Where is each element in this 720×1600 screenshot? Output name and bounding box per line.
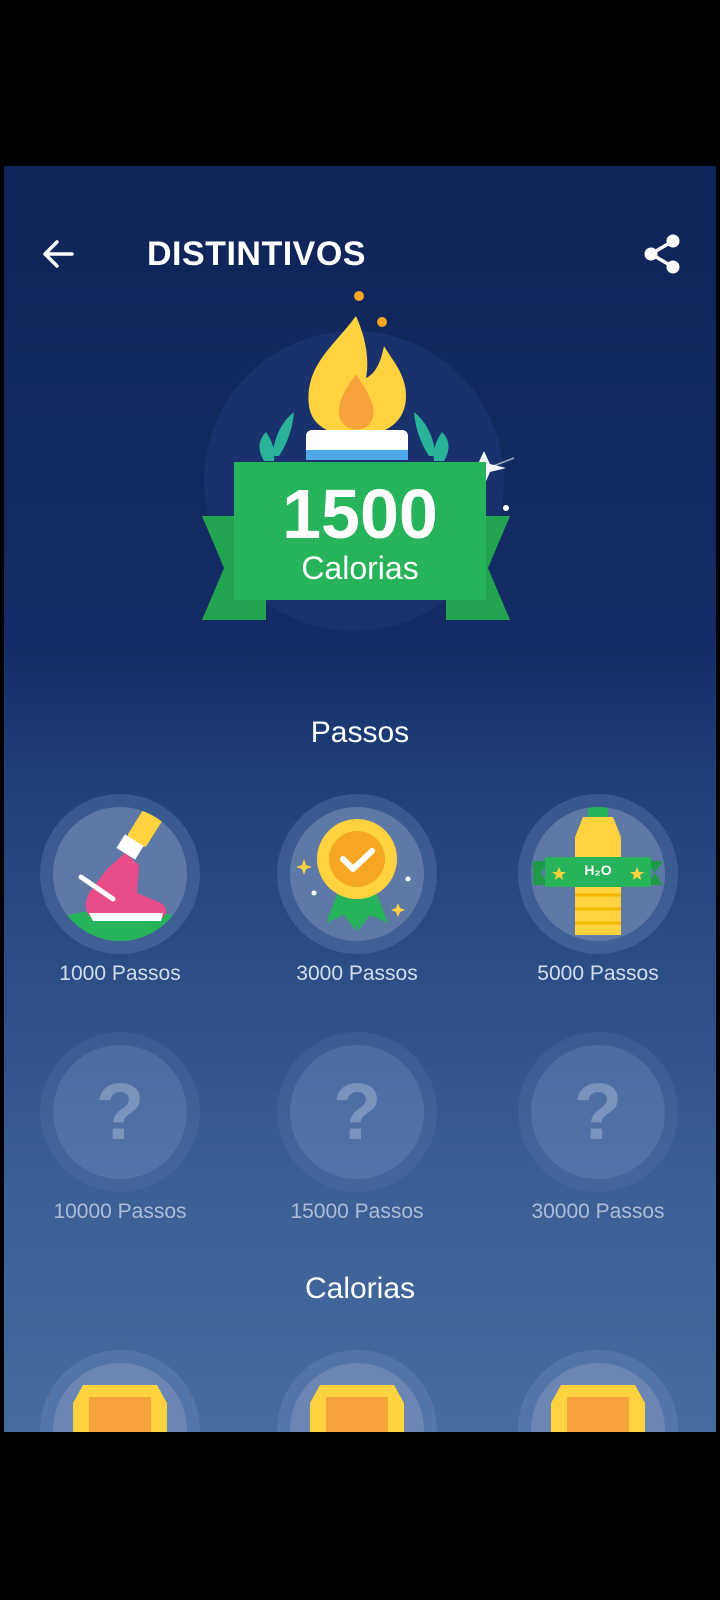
featured-badge-value: 1500 xyxy=(282,475,438,553)
arrow-left-icon xyxy=(43,240,74,268)
sneaker-icon xyxy=(53,807,187,941)
badges-screen: DISTINTIVOS 1500 Calorias Passos 1000 Pa… xyxy=(4,166,716,1432)
badge-calorias-2[interactable] xyxy=(277,1350,437,1432)
badge-10000-passos[interactable]: ? 10000 Passos xyxy=(4,1032,240,1242)
coin-icon xyxy=(53,1363,187,1432)
badge-calorias-3[interactable] xyxy=(518,1350,678,1432)
badge-15000-passos[interactable]: ? 15000 Passos xyxy=(237,1032,477,1242)
coin-icon xyxy=(531,1363,665,1432)
share-icon xyxy=(644,234,680,274)
badge-label: 5000 Passos xyxy=(537,962,659,985)
coin-icon xyxy=(290,1363,424,1432)
badge-label: 30000 Passos xyxy=(531,1200,665,1223)
bottle-label: H₂O xyxy=(584,862,612,878)
badge-30000-passos[interactable]: ? 30000 Passos xyxy=(478,1032,716,1242)
question-icon: ? xyxy=(573,1067,623,1156)
badge-label: 15000 Passos xyxy=(290,1200,424,1223)
medal-icon xyxy=(290,807,424,941)
featured-badge-unit: Calorias xyxy=(301,550,419,586)
share-button[interactable] xyxy=(636,228,688,280)
badge-5000-passos[interactable]: H₂O 5000 Passos xyxy=(478,794,716,1004)
page-title: DISTINTIVOS xyxy=(147,235,366,273)
badge-label: 10000 Passos xyxy=(53,1200,187,1223)
question-icon: ? xyxy=(95,1067,145,1156)
section-title-calorias: Calorias xyxy=(304,1272,416,1305)
question-icon: ? xyxy=(332,1067,382,1156)
badge-label: 1000 Passos xyxy=(59,962,181,985)
water-bottle-icon: H₂O xyxy=(531,807,665,941)
back-button[interactable] xyxy=(34,230,82,278)
badge-calorias-1[interactable] xyxy=(40,1350,200,1432)
badge-label: 3000 Passos xyxy=(296,962,418,985)
section-title-passos: Passos xyxy=(310,716,410,749)
badge-3000-passos[interactable]: 3000 Passos xyxy=(237,794,477,1004)
badge-1000-passos[interactable]: 1000 Passos xyxy=(4,794,240,1004)
